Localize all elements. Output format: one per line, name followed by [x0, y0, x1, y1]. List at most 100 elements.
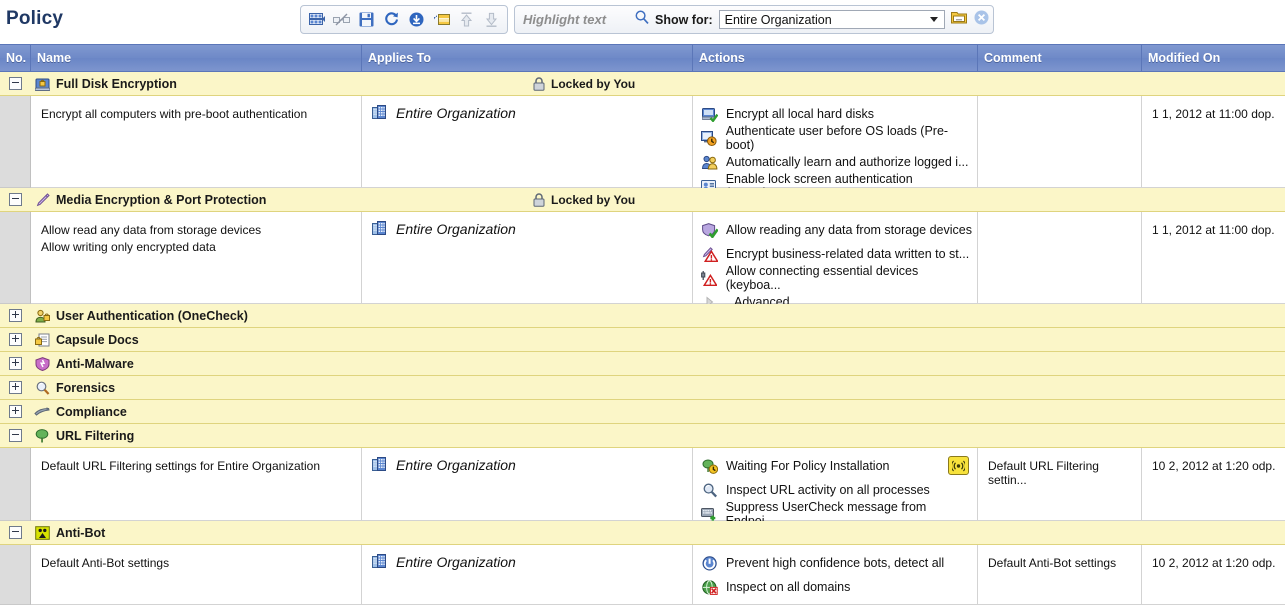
bot-icon [31, 525, 53, 540]
column-header-no[interactable]: No. [0, 45, 31, 71]
action-label: Allow reading any data from storage devi… [726, 223, 972, 237]
search-icon[interactable] [635, 10, 649, 29]
disk-lock-icon [31, 77, 53, 91]
group-row-forensics[interactable]: Forensics [0, 376, 1285, 400]
disconnect-icon[interactable] [329, 8, 354, 31]
expand-toggle-icon[interactable] [0, 405, 31, 418]
users-icon [701, 155, 718, 170]
table-row[interactable]: Default URL Filtering settings for Entir… [0, 448, 1285, 528]
table-row[interactable]: Encrypt all computers with pre-boot auth… [0, 96, 1285, 200]
rule-name-cell: Allow read any data from storage devices… [31, 212, 362, 304]
applies-to-value: Entire Organization [396, 105, 516, 121]
column-header-comment[interactable]: Comment [978, 45, 1142, 71]
group-title: Anti-Malware [56, 356, 134, 371]
row-number-cell [0, 212, 31, 304]
collapse-toggle-icon[interactable] [0, 429, 31, 442]
actions-cell: Allow reading any data from storage devi… [693, 212, 978, 309]
group-title: Anti-Bot [56, 525, 106, 540]
search-input[interactable]: Highlight text [523, 12, 633, 27]
group-title: Capsule Docs [56, 332, 139, 347]
group-row-compliance[interactable]: Compliance [0, 400, 1285, 424]
move-up-icon [454, 8, 479, 31]
folder-browse-icon[interactable] [950, 10, 967, 29]
group-row-url-filtering[interactable]: URL Filtering [0, 424, 1285, 448]
tree-icon [31, 428, 53, 443]
applies-to-value: Entire Organization [396, 554, 516, 570]
modified-on-value: 1 1, 2012 at 11:00 dop. [1152, 107, 1275, 121]
applies-to-value: Entire Organization [396, 221, 516, 237]
modified-on-cell: 10 2, 2012 at 1:20 odp. [1142, 545, 1285, 605]
group-title: Full Disk Encryption [56, 76, 177, 91]
collapse-toggle-icon[interactable] [0, 193, 31, 206]
group-title: Compliance [56, 404, 127, 419]
install-icon[interactable] [404, 8, 429, 31]
group-row-user-authentication-onecheck[interactable]: User Authentication (OneCheck) [0, 304, 1285, 328]
show-for-value: Entire Organization [724, 12, 832, 27]
move-down-icon [479, 8, 504, 31]
rule-name-line: Default Anti-Bot settings [41, 556, 170, 570]
column-header-actions[interactable]: Actions [693, 45, 978, 71]
action-item[interactable]: Inspect on all domains [701, 575, 973, 599]
rule-name-cell: Default URL Filtering settings for Entir… [31, 448, 362, 521]
add-rule-icon[interactable] [429, 8, 454, 31]
action-label: Inspect on all domains [726, 580, 851, 594]
action-item[interactable]: Allow connecting essential devices (keyb… [701, 264, 973, 292]
show-for-select[interactable]: Entire Organization [718, 10, 945, 29]
columns-icon[interactable] [304, 8, 329, 31]
grid-body: Full Disk Encryption Locked by You Encrypt… [0, 72, 1285, 605]
expand-toggle-icon[interactable] [0, 309, 31, 322]
rule-name-line: Allow writing only encrypted data [41, 240, 216, 254]
collapse-toggle-icon[interactable] [0, 77, 31, 90]
action-item[interactable]: Encrypt all local hard disks [701, 102, 973, 126]
modified-on-value: 10 2, 2012 at 1:20 odp. [1152, 459, 1276, 473]
collapse-toggle-icon[interactable] [0, 526, 31, 539]
action-item[interactable]: Allow reading any data from storage devi… [701, 218, 973, 242]
group-row-anti-malware[interactable]: Anti-Malware [0, 352, 1285, 376]
row-number-cell [0, 96, 31, 188]
group-row-capsule-docs[interactable]: Capsule Docs [0, 328, 1285, 352]
group-title: URL Filtering [56, 428, 135, 443]
action-item[interactable]: Authenticate user before OS loads (Pre-b… [701, 124, 973, 152]
show-for-label: Show for: [655, 12, 713, 27]
comment-value [988, 96, 1133, 107]
expand-toggle-icon[interactable] [0, 381, 31, 394]
chevron-down-icon [929, 17, 938, 22]
row-number-cell [0, 545, 31, 605]
waiting-icon [701, 459, 718, 474]
clear-icon[interactable] [974, 10, 989, 30]
table-row[interactable]: Allow read any data from storage devices… [0, 212, 1285, 309]
action-item[interactable]: Prevent high confidence bots, detect all [701, 551, 973, 575]
action-label: Encrypt all local hard disks [726, 107, 874, 121]
organization-icon [372, 105, 386, 123]
expand-toggle-icon[interactable] [0, 333, 31, 346]
action-item[interactable]: Waiting For Policy Installation [701, 454, 973, 478]
save-icon[interactable] [354, 8, 379, 31]
column-header-name[interactable]: Name [31, 45, 362, 71]
applies-to-cell: Entire Organization [362, 96, 693, 188]
broadcast-badge-icon[interactable] [948, 456, 969, 475]
grid-header-row: No. Name Applies To Actions Comment Modi… [0, 44, 1285, 72]
action-label: Waiting For Policy Installation [726, 459, 890, 473]
action-label: Authenticate user before OS loads (Pre-b… [725, 124, 949, 152]
magnifier-icon [31, 381, 53, 395]
expand-toggle-icon[interactable] [0, 357, 31, 370]
column-header-modified[interactable]: Modified On [1142, 45, 1285, 71]
table-row[interactable]: Default Anti-Bot settings Entire Organiza… [0, 545, 1285, 605]
comment-value [988, 212, 1133, 223]
column-header-applies[interactable]: Applies To [362, 45, 693, 71]
action-item[interactable]: Inspect URL activity on all processes [701, 478, 973, 502]
prevent-icon [701, 555, 718, 571]
group-row-full-disk-encryption[interactable]: Full Disk Encryption Locked by You [0, 72, 1285, 96]
group-row-media-encryption-port-protection[interactable]: Media Encryption & Port Protection Locked… [0, 188, 1285, 212]
top-toolbar-area: Policy Highlight text Show for: Entire O… [0, 0, 1285, 46]
user-lock-icon [31, 309, 53, 323]
action-item[interactable]: Automatically learn and authorize logged… [701, 150, 973, 174]
action-label: Prevent high confidence bots, detect all [726, 556, 945, 570]
comment-cell [978, 212, 1142, 304]
refresh-icon[interactable] [379, 8, 404, 31]
action-item[interactable]: Encrypt business-related data written to… [701, 242, 973, 266]
lock-icon [533, 76, 545, 91]
encrypt-warn-icon [701, 246, 718, 262]
toolbar-button-group [300, 5, 508, 34]
group-row-anti-bot[interactable]: Anti-Bot [0, 521, 1285, 545]
